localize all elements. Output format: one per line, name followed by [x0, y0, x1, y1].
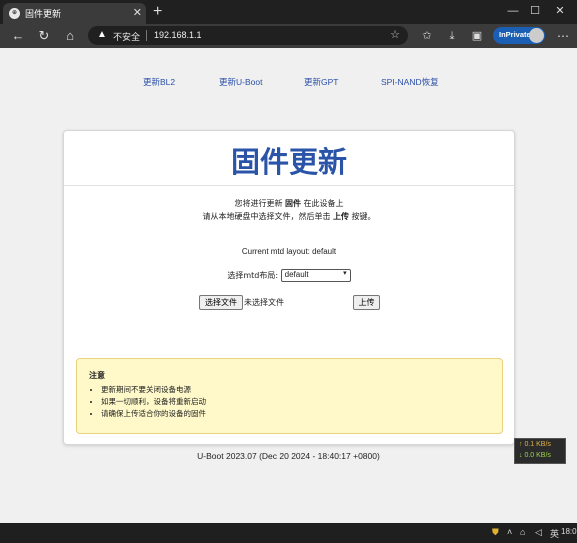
warning-icon[interactable]: ▲	[97, 29, 107, 40]
mtd-layout-text: Current mtd layout: default	[241, 247, 337, 256]
new-tab-button[interactable]: +	[153, 2, 162, 22]
mtd-select-value: default	[284, 270, 309, 279]
intro-emphasis: 上传	[333, 212, 349, 221]
page-title: 固件更新	[230, 145, 347, 179]
list-item: 更新期间不要关闭设备电源	[101, 384, 206, 396]
volume-icon[interactable]: ◁	[535, 527, 542, 538]
globe-icon: ⊕	[9, 8, 20, 19]
nav-link-gpt[interactable]: 更新GPT	[304, 76, 338, 88]
home-icon[interactable]: ⌂	[61, 27, 79, 45]
intro-text: 您将进行更新	[234, 199, 285, 208]
back-arrow-icon[interactable]: ←	[9, 27, 27, 45]
favorite-star-icon[interactable]: ☆	[390, 28, 400, 41]
intro-line-2: 请从本地硬盘中选择文件，然后单击 上传 按键。	[64, 211, 514, 222]
browser-window: ⊕ 固件更新 ✕ + — ☐ ✕ ← ↻ ⌂ ▲ 不安全 192.168.1.1…	[0, 0, 577, 523]
shield-icon[interactable]: ⛊	[492, 527, 499, 538]
mtd-select-label: 选择mtd布局:	[227, 271, 279, 280]
network-speed-widget: ↑ 0.1 KB/s ↓ 0.0 KB/s	[514, 438, 566, 464]
screenshot-icon[interactable]: ▣	[468, 27, 486, 45]
taskbar: ⛊ ˄ ⌂ ◁ 英 18:07	[0, 523, 577, 543]
notice-title: 注意	[89, 371, 105, 380]
intro-line-1: 您将进行更新 固件 在此设备上	[64, 198, 514, 209]
clock[interactable]: 18:07	[561, 527, 577, 536]
upload-button[interactable]: 上传	[353, 295, 380, 310]
footer-version: U-Boot 2023.07 (Dec 20 2024 - 18:40:17 +…	[197, 451, 380, 461]
choose-file-button[interactable]: 选择文件	[199, 295, 243, 310]
download-icon[interactable]: ⤓	[443, 27, 461, 45]
network-icon[interactable]: ⌂	[520, 527, 525, 537]
title-divider	[64, 185, 514, 186]
avatar	[529, 28, 544, 43]
list-item: 请确保上传适合你的设备的固件	[101, 408, 206, 420]
nav-link-bl2[interactable]: 更新BL2	[143, 76, 175, 88]
url-text[interactable]: 192.168.1.1	[154, 30, 202, 40]
list-item: 如果一切顺利，设备将重新启动	[101, 396, 206, 408]
upload-speed: ↑ 0.1 KB/s	[519, 441, 551, 448]
intro-text: 按键。	[349, 212, 376, 221]
download-speed: ↓ 0.0 KB/s	[519, 452, 551, 459]
inprivate-badge[interactable]: InPrivate	[493, 27, 545, 44]
minimize-button[interactable]: —	[502, 2, 524, 20]
notice-list: 更新期间不要关闭设备电源 如果一切顺利，设备将重新启动 请确保上传适合你的设备的…	[89, 384, 206, 420]
ime-indicator[interactable]: 英	[550, 527, 559, 540]
intro-emphasis: 固件	[285, 199, 301, 208]
nav-link-uboot[interactable]: 更新U-Boot	[219, 76, 262, 88]
favorites-icon[interactable]: ✩	[418, 27, 436, 45]
window-close-button[interactable]: ✕	[549, 2, 571, 20]
nav-link-spi-nand[interactable]: SPI-NAND恢复	[381, 76, 439, 88]
intro-text: 请从本地硬盘中选择文件，然后单击	[202, 212, 333, 221]
security-label[interactable]: 不安全	[113, 30, 140, 43]
tab-active[interactable]: ⊕ 固件更新 ✕	[3, 3, 146, 24]
refresh-icon[interactable]: ↻	[35, 27, 53, 45]
page-viewport: 更新BL2 更新U-Boot 更新GPT SPI-NAND恢复 固件更新 您将进…	[0, 48, 577, 523]
intro-text: 在此设备上	[301, 199, 344, 208]
mtd-select-row: 选择mtd布局: default ▾	[64, 269, 514, 282]
close-icon[interactable]: ✕	[133, 6, 142, 20]
more-menu-icon[interactable]: ⋯	[554, 27, 572, 45]
chevron-up-icon[interactable]: ˄	[507, 527, 512, 537]
firmware-card: 固件更新 您将进行更新 固件 在此设备上 请从本地硬盘中选择文件，然后单击 上传…	[63, 130, 515, 445]
tab-title: 固件更新	[25, 10, 62, 20]
chevron-down-icon: ▾	[343, 269, 347, 277]
address-divider	[146, 30, 147, 41]
tab-bar: ⊕ 固件更新 ✕ + — ☐ ✕	[0, 0, 577, 24]
mtd-layout-select[interactable]: default ▾	[280, 269, 351, 282]
navigation-bar: ← ↻ ⌂ ▲ 不安全 192.168.1.1 ☆ ✩ ⤓ ▣ InPrivat…	[0, 24, 577, 48]
notice-box: 注意 更新期间不要关闭设备电源 如果一切顺利，设备将重新启动 请确保上传适合你的…	[76, 358, 503, 434]
inprivate-label: InPrivate	[499, 30, 531, 39]
no-file-text: 未选择文件	[244, 298, 284, 307]
address-bar[interactable]: ▲ 不安全 192.168.1.1 ☆	[88, 26, 408, 45]
maximize-button[interactable]: ☐	[524, 2, 546, 20]
